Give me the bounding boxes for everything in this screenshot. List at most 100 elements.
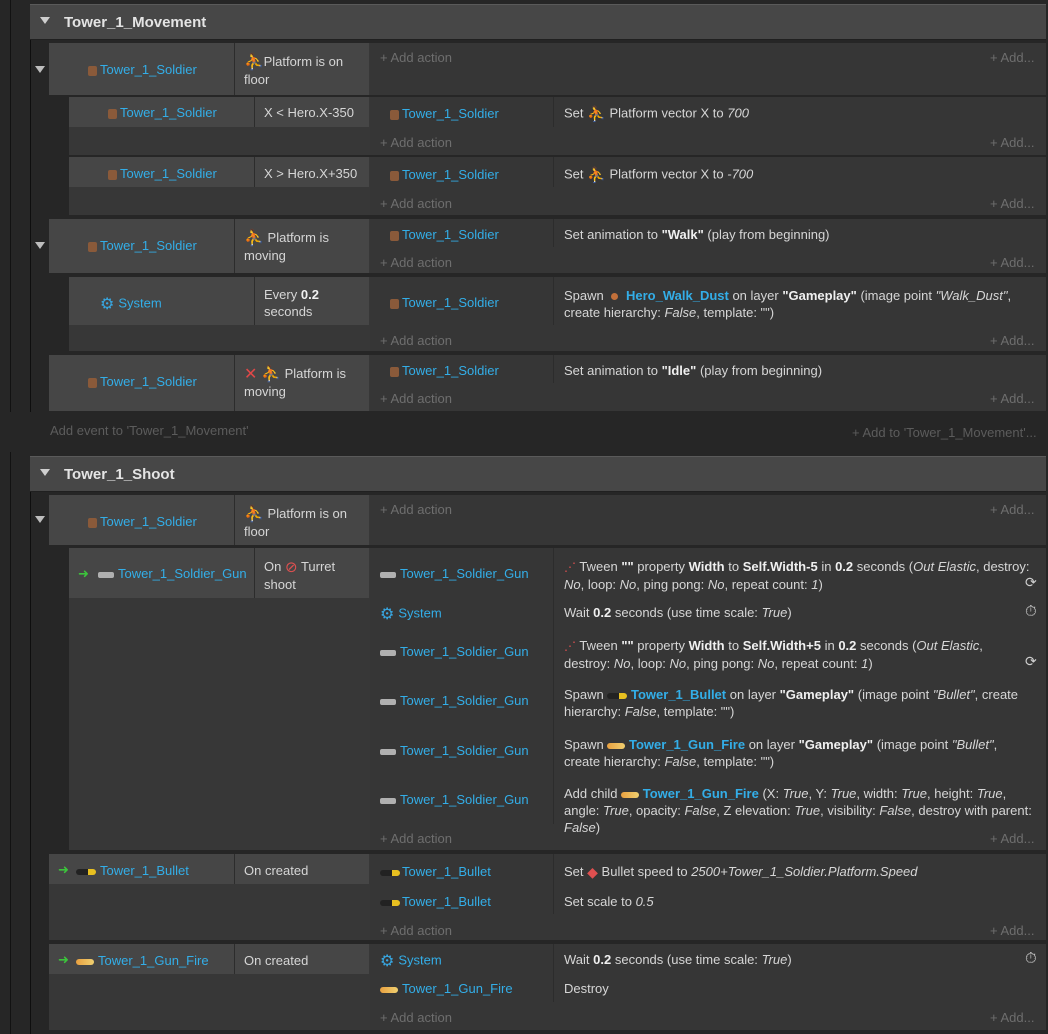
action-text[interactable]: Set scale to 0.5 — [564, 894, 654, 909]
condition-object[interactable]: Tower_1_Gun_Fire — [76, 953, 209, 968]
action-text[interactable]: Spawn Tower_1_Gun_Fire on layer "Gamepla… — [564, 736, 1034, 770]
platform-behavior-icon: ⛹ — [244, 230, 264, 248]
divider — [254, 277, 255, 325]
action-object[interactable]: Tower_1_Soldier_Gun — [380, 792, 529, 807]
action-text[interactable]: Set ⛹ Platform vector X to 700 — [564, 105, 749, 123]
action-text[interactable]: Set animation to "Idle" (play from begin… — [564, 363, 822, 378]
soldier-icon — [88, 65, 97, 76]
add-link[interactable]: + Add... — [990, 502, 1034, 517]
add-action-link[interactable]: + Add action — [380, 391, 452, 406]
add-action-link[interactable]: + Add action — [380, 135, 452, 150]
condition-object[interactable]: Tower_1_Soldier — [108, 166, 217, 181]
action-text[interactable]: ⋰ Tween "" property Width to Self.Width-… — [564, 558, 1036, 593]
action-text[interactable]: Spawn Hero_Walk_Dust on layer "Gameplay"… — [564, 287, 1034, 321]
condition-text[interactable]: On ⊘ Turret shoot — [264, 558, 359, 593]
group-header-tower-1-movement[interactable]: Tower_1_Movement — [30, 4, 1046, 40]
action-object[interactable]: Tower_1_Bullet — [380, 864, 491, 879]
action-object[interactable]: Tower_1_Soldier — [390, 227, 499, 242]
action-text[interactable]: Wait 0.2 seconds (use time scale: True) — [564, 952, 792, 967]
condition-text[interactable]: ⛹ Platform is on floor — [244, 53, 364, 88]
platform-behavior-icon: ⛹ — [244, 506, 264, 524]
add-action-link[interactable]: + Add action — [380, 333, 452, 348]
gear-icon: ⚙ — [380, 606, 395, 623]
action-text[interactable]: Set ⛹ Platform vector X to -700 — [564, 166, 753, 184]
platform-behavior-icon: ⛹ — [587, 106, 606, 123]
gun-icon — [380, 748, 396, 755]
soldier-icon — [390, 298, 399, 309]
action-object[interactable]: Tower_1_Soldier — [390, 295, 499, 310]
action-area[interactable] — [370, 495, 1046, 545]
add-link[interactable]: + Add... — [990, 1010, 1034, 1025]
condition-text[interactable]: ✕ ⛹ Platform is moving — [244, 365, 364, 400]
add-link[interactable]: + Add... — [990, 923, 1034, 938]
condition-object[interactable]: Tower_1_Soldier — [108, 105, 217, 120]
divider — [254, 548, 255, 598]
action-object[interactable]: Tower_1_Soldier_Gun — [380, 644, 529, 659]
action-text[interactable]: ⋰ Tween "" property Width to Self.Width+… — [564, 637, 1019, 672]
add-action-link[interactable]: + Add action — [380, 50, 452, 65]
condition-text[interactable]: X < Hero.X-350 — [264, 105, 354, 120]
add-link[interactable]: + Add... — [990, 255, 1034, 270]
action-object[interactable]: Tower_1_Soldier_Gun — [380, 693, 529, 708]
action-object[interactable]: ⚙ System — [380, 951, 442, 971]
add-link[interactable]: + Add... — [990, 50, 1034, 65]
collapse-triangle-icon[interactable] — [40, 17, 50, 24]
divider — [553, 219, 554, 247]
action-object[interactable]: Tower_1_Soldier_Gun — [380, 566, 529, 581]
condition-object[interactable]: Tower_1_Soldier — [88, 62, 197, 77]
condition-object[interactable]: Tower_1_Soldier — [88, 238, 197, 253]
add-action-link[interactable]: + Add action — [380, 196, 452, 211]
action-object[interactable]: Tower_1_Bullet — [380, 894, 491, 909]
add-action-link[interactable]: + Add action — [380, 923, 452, 938]
condition-text[interactable]: ⛹ Platform is moving — [244, 229, 364, 264]
collapse-triangle-icon[interactable] — [35, 242, 45, 249]
add-action-link[interactable]: + Add action — [380, 502, 452, 517]
divider — [234, 355, 235, 411]
condition-text[interactable]: X > Hero.X+350 — [264, 166, 357, 181]
condition-object[interactable]: Tower_1_Soldier — [88, 514, 197, 529]
indent-line — [30, 492, 31, 1034]
add-to-group-link[interactable]: + Add to 'Tower_1_Movement'... — [852, 425, 1037, 440]
action-text[interactable]: Set ◆ Bullet speed to 2500+Tower_1_Soldi… — [564, 864, 918, 881]
gear-icon: ⚙ — [380, 953, 395, 970]
condition-text[interactable]: On created — [244, 953, 308, 968]
collapse-triangle-icon[interactable] — [35, 66, 45, 73]
condition-text[interactable]: On created — [244, 863, 308, 878]
action-object[interactable]: Tower_1_Soldier_Gun — [380, 743, 529, 758]
action-text[interactable]: Set animation to "Walk" (play from begin… — [564, 227, 830, 242]
action-text[interactable]: Spawn Tower_1_Bullet on layer "Gameplay"… — [564, 686, 1034, 720]
action-area[interactable] — [370, 43, 1046, 95]
bullet-icon — [607, 692, 628, 699]
add-link[interactable]: + Add... — [990, 196, 1034, 211]
collapse-triangle-icon[interactable] — [35, 516, 45, 523]
add-event-link[interactable]: Add event to 'Tower_1_Movement' — [50, 423, 249, 438]
condition-object[interactable]: Tower_1_Soldier_Gun — [98, 566, 247, 581]
condition-object[interactable]: ⚙ System — [100, 294, 162, 314]
add-link[interactable]: + Add... — [990, 333, 1034, 348]
gun-fire-icon — [607, 742, 626, 749]
condition-object[interactable]: Tower_1_Soldier — [88, 374, 197, 389]
bullet-icon — [76, 868, 96, 875]
add-action-link[interactable]: + Add action — [380, 831, 452, 846]
add-link[interactable]: + Add... — [990, 831, 1034, 846]
action-text[interactable]: Destroy — [564, 981, 609, 996]
action-text[interactable]: Add child Tower_1_Gun_Fire (X: True, Y: … — [564, 785, 1034, 836]
soldier-icon — [108, 108, 117, 119]
action-text[interactable]: Wait 0.2 seconds (use time scale: True) — [564, 605, 792, 620]
condition-text[interactable]: Every 0.2 seconds — [264, 286, 344, 320]
collapse-triangle-icon[interactable] — [40, 469, 50, 476]
add-action-link[interactable]: + Add action — [380, 255, 452, 270]
condition-object[interactable]: Tower_1_Bullet — [76, 863, 189, 878]
action-object[interactable]: Tower_1_Soldier — [390, 363, 499, 378]
add-action-link[interactable]: + Add action — [380, 1010, 452, 1025]
condition-text[interactable]: ⛹ Platform is on floor — [244, 505, 364, 540]
group-header-tower-1-shoot[interactable]: Tower_1_Shoot — [30, 456, 1046, 492]
action-object[interactable]: ⚙ System — [380, 604, 442, 624]
gun-fire-icon — [621, 791, 640, 798]
action-object[interactable]: Tower_1_Soldier — [390, 167, 499, 182]
add-link[interactable]: + Add... — [990, 135, 1034, 150]
add-link[interactable]: + Add... — [990, 391, 1034, 406]
action-object[interactable]: Tower_1_Gun_Fire — [380, 981, 513, 996]
soldier-icon — [390, 366, 399, 377]
action-object[interactable]: Tower_1_Soldier — [390, 106, 499, 121]
